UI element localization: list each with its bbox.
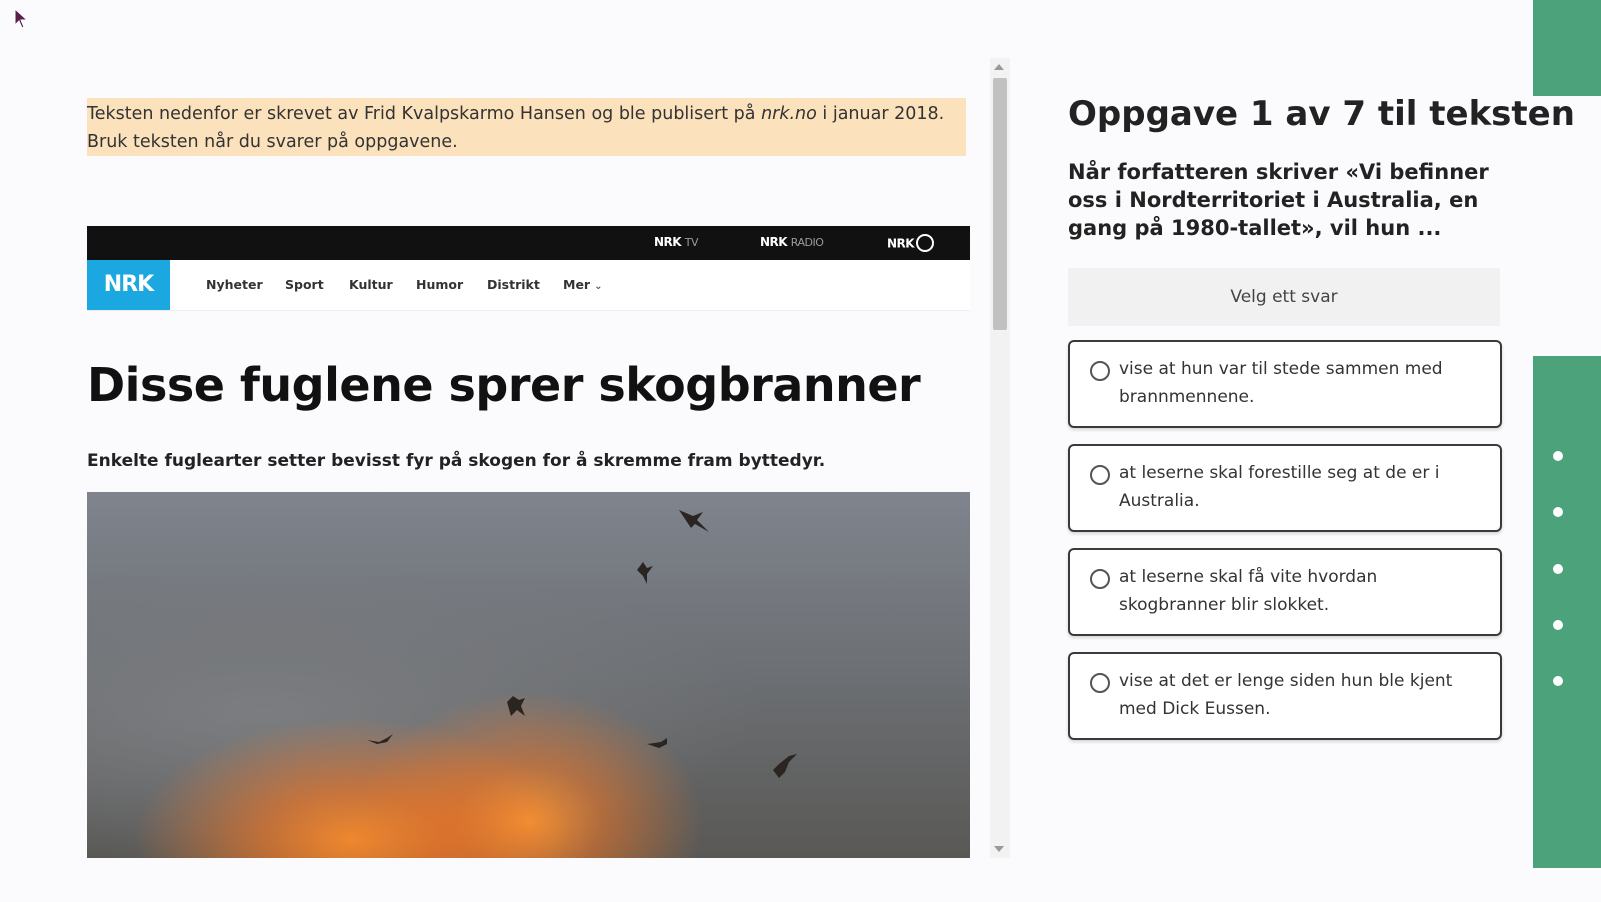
- nrk-top-bar: NRK TV NRK RADIO NRK: [87, 226, 970, 260]
- nrk-logo[interactable]: NRK: [87, 260, 170, 310]
- answer-option-2[interactable]: at leserne skal forestille seg at de er …: [1068, 444, 1502, 532]
- scroll-down-arrow-icon[interactable]: [994, 846, 1004, 852]
- radio-button[interactable]: [1090, 465, 1110, 485]
- birds-over-fire-image: [367, 510, 797, 778]
- nav-item-humor[interactable]: Humor: [416, 277, 463, 292]
- nav-item-kultur[interactable]: Kultur: [349, 277, 393, 292]
- article-headline: Disse fuglene sprer skogbranner: [87, 358, 921, 412]
- nrk-radio-link[interactable]: NRK RADIO: [760, 235, 824, 249]
- play-circle-icon: [916, 234, 935, 252]
- scroll-up-arrow-icon[interactable]: [994, 64, 1004, 70]
- answer-option-label: vise at hun var til stede sammen med bra…: [1119, 359, 1443, 407]
- nav-dot[interactable]: [1553, 676, 1563, 686]
- nav-item-sport[interactable]: Sport: [285, 277, 324, 292]
- article-intro-note: Teksten nedenfor er skrevet av Frid Kval…: [87, 98, 966, 156]
- answer-option-1[interactable]: vise at hun var til stede sammen med bra…: [1068, 340, 1502, 428]
- chevron-down-icon: ⌄: [594, 281, 603, 292]
- nav-dot[interactable]: [1553, 507, 1563, 517]
- article-photo-birds-fire: [87, 492, 970, 858]
- radio-button[interactable]: [1090, 569, 1110, 589]
- radio-button[interactable]: [1090, 361, 1110, 381]
- nrk-nav-bar: NRK Nyheter Sport Kultur Humor Distrikt …: [87, 260, 970, 311]
- nav-item-nyheter[interactable]: Nyheter: [206, 277, 263, 292]
- nrk-super-link[interactable]: NRK: [887, 234, 935, 253]
- article-scrollbar[interactable]: [990, 58, 1010, 858]
- side-panel-top: [1533, 0, 1601, 96]
- nav-item-distrikt[interactable]: Distrikt: [487, 277, 540, 292]
- article-pane[interactable]: Teksten nedenfor er skrevet av Frid Kval…: [0, 58, 1010, 858]
- task-title: Oppgave 1 av 7 til teksten: [1068, 94, 1575, 134]
- choose-one-label: Velg ett svar: [1068, 268, 1500, 326]
- intro-text: Teksten nedenfor er skrevet av Frid Kval…: [87, 104, 762, 124]
- answer-option-label: vise at det er lenge siden hun ble kjent…: [1119, 671, 1453, 719]
- side-navigation-panel: [1533, 356, 1601, 868]
- answer-option-label: at leserne skal forestille seg at de er …: [1119, 463, 1440, 511]
- nav-dot[interactable]: [1553, 564, 1563, 574]
- nav-dot[interactable]: [1553, 451, 1563, 461]
- answer-option-3[interactable]: at leserne skal få vite hvordan skogbran…: [1068, 548, 1502, 636]
- answer-option-label: at leserne skal få vite hvordan skogbran…: [1119, 567, 1378, 615]
- intro-site-name: nrk.no: [761, 104, 817, 124]
- answer-option-4[interactable]: vise at det er lenge siden hun ble kjent…: [1068, 652, 1502, 740]
- question-text: Når forfatteren skriver «Vi befinner oss…: [1068, 160, 1489, 240]
- nav-item-mer[interactable]: Mer ⌄: [563, 277, 602, 292]
- scroll-thumb[interactable]: [993, 78, 1007, 330]
- nav-dot[interactable]: [1553, 620, 1563, 630]
- mouse-cursor-icon: [14, 8, 29, 29]
- article-lead: Enkelte fuglearter setter bevisst fyr på…: [87, 451, 826, 471]
- radio-button[interactable]: [1090, 673, 1110, 693]
- nrk-tv-link[interactable]: NRK TV: [654, 235, 699, 249]
